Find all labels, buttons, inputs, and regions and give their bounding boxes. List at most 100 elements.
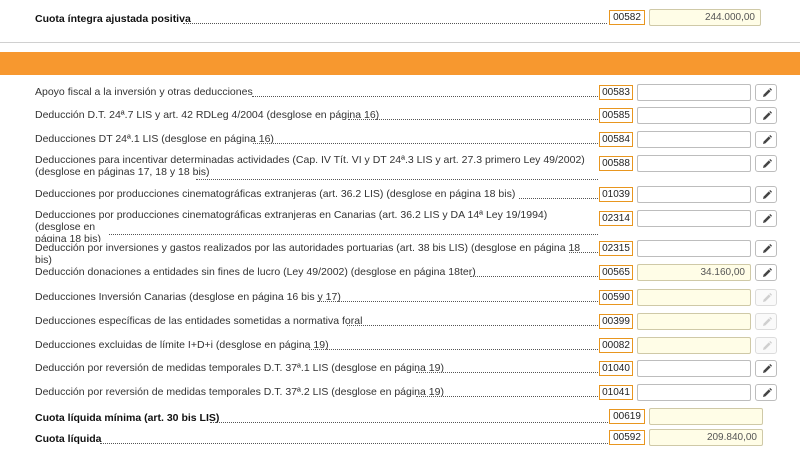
edit-button[interactable] [755, 313, 777, 330]
amount-field [637, 313, 751, 330]
box-code: 00565 [599, 265, 633, 280]
box-code: 02314 [599, 211, 633, 226]
amount-field[interactable] [637, 131, 751, 148]
leader-line [519, 198, 598, 199]
amount-field [649, 408, 763, 425]
deduction-row: Deducciones por producciones cinematográ… [0, 185, 800, 207]
cuota-liquida-minima-row: Cuota líquida mínima (art. 30 bis LIS) 0… [0, 407, 800, 425]
section-divider [0, 42, 800, 43]
deduction-row: Deducciones excluidas de límite I+D+i (d… [0, 336, 800, 358]
amount-field: 209.840,00 [649, 429, 763, 446]
field-label-text: Deducción donaciones a entidades sin fin… [35, 266, 478, 278]
deduction-row: Deducciones para incentivar determinadas… [0, 154, 800, 180]
field-label: Cuota líquida mínima (art. 30 bis LIS) [35, 412, 222, 424]
edit-button[interactable] [755, 84, 777, 101]
deduction-row: Deducción por reversión de medidas tempo… [0, 383, 800, 405]
field-label-text: Cuota líquida [35, 433, 104, 445]
edit-button[interactable] [755, 186, 777, 203]
field-label-text: Deducciones por producciones cinematográ… [35, 209, 548, 233]
deduction-row: Deducciones por producciones cinematográ… [0, 209, 800, 245]
field-label-text: Deducciones específicas de las entidades… [35, 315, 365, 327]
box-code: 01039 [599, 187, 633, 202]
field-label: Deducciones por producciones cinematográ… [35, 188, 595, 200]
box-code: 00082 [599, 338, 633, 353]
amount-field[interactable] [637, 186, 751, 203]
box-code: 00588 [599, 156, 633, 171]
edit-button[interactable] [755, 264, 777, 281]
leader-line [100, 443, 608, 444]
leader-line [183, 23, 607, 24]
leader-line [196, 179, 598, 180]
leader-line [317, 301, 598, 302]
field-label: Cuota líquida [35, 433, 104, 445]
box-code: 00590 [599, 290, 633, 305]
amount-field[interactable] [637, 210, 751, 227]
box-code: 00619 [609, 409, 645, 424]
field-label-text: Deducciones DT 24ª.1 LIS (desglose en pá… [35, 133, 276, 145]
field-label-text: Deducciones para incentivar determinadas… [35, 154, 587, 166]
field-label-text: Deducción D.T. 24ª.7 LIS y art. 42 RDLeg… [35, 109, 382, 121]
field-label: Deducciones para incentivar determinadas… [35, 154, 595, 178]
leader-line [253, 143, 598, 144]
edit-button[interactable] [755, 210, 777, 227]
cuota-integra-row: Cuota íntegra ajustada positiva 00582 24… [0, 8, 800, 28]
box-code: 00592 [609, 430, 645, 445]
deduction-row: Deducciones específicas de las entidades… [0, 312, 800, 334]
field-label-text: Apoyo fiscal a la inversión y otras dedu… [35, 86, 255, 98]
deduction-row: Deducción D.T. 24ª.7 LIS y art. 42 RDLeg… [0, 106, 800, 128]
amount-field: 34.160,00 [637, 264, 751, 281]
field-label-text-line2: (desglose en páginas 17, 18 y 18 bis) [35, 166, 212, 178]
field-label-text: Deducciones Inversión Canarias (desglose… [35, 291, 343, 303]
leader-line [347, 325, 598, 326]
edit-button[interactable] [755, 289, 777, 306]
deduction-row: Deducción por inversiones y gastos reali… [0, 239, 800, 266]
leader-line [470, 276, 598, 277]
leader-line [309, 349, 598, 350]
section-header-bar [0, 52, 800, 75]
deduction-row: Apoyo fiscal a la inversión y otras dedu… [0, 83, 800, 105]
leader-line [569, 252, 598, 253]
edit-button[interactable] [755, 384, 777, 401]
field-label-text: Deducción por reversión de medidas tempo… [35, 362, 446, 374]
leader-line [252, 96, 598, 97]
leader-line [416, 372, 598, 373]
leader-line [416, 396, 598, 397]
box-code: 00583 [599, 85, 633, 100]
box-code: 02315 [599, 241, 633, 256]
deduction-row: Deducciones Inversión Canarias (desglose… [0, 288, 800, 310]
edit-button[interactable] [755, 107, 777, 124]
leader-line [348, 119, 598, 120]
box-code: 01041 [599, 385, 633, 400]
box-code: 00399 [599, 314, 633, 329]
amount-field [637, 337, 751, 354]
edit-button[interactable] [755, 240, 777, 257]
amount-field[interactable] [637, 155, 751, 172]
box-code: 01040 [599, 361, 633, 376]
field-label-text: Deducciones excluidas de límite I+D+i (d… [35, 339, 331, 351]
field-label-text: Cuota íntegra ajustada positiva [35, 13, 193, 25]
leader-line [210, 422, 608, 423]
edit-button[interactable] [755, 131, 777, 148]
field-label: Cuota íntegra ajustada positiva [35, 13, 193, 25]
field-label-text: Deducciones por producciones cinematográ… [35, 188, 518, 200]
amount-field[interactable] [637, 360, 751, 377]
amount-field: 244.000,00 [649, 9, 761, 26]
leader-line [109, 234, 598, 235]
amount-field[interactable] [637, 107, 751, 124]
field-label-text: Deducción por reversión de medidas tempo… [35, 386, 446, 398]
amount-field[interactable] [637, 384, 751, 401]
box-code: 00584 [599, 132, 633, 147]
box-code: 00585 [599, 108, 633, 123]
edit-button[interactable] [755, 360, 777, 377]
amount-field[interactable] [637, 240, 751, 257]
amount-field[interactable] [637, 84, 751, 101]
cuota-liquida-row: Cuota líquida 00592 209.840,00 [0, 428, 800, 446]
deduction-row: Deducción por reversión de medidas tempo… [0, 359, 800, 381]
box-code: 00582 [609, 10, 645, 25]
deduction-row: Deducciones DT 24ª.1 LIS (desglose en pá… [0, 130, 800, 152]
deduction-row: Deducción donaciones a entidades sin fin… [0, 263, 800, 285]
amount-field [637, 289, 751, 306]
edit-button[interactable] [755, 337, 777, 354]
field-label-text: Cuota líquida mínima (art. 30 bis LIS) [35, 412, 222, 424]
edit-button[interactable] [755, 155, 777, 172]
